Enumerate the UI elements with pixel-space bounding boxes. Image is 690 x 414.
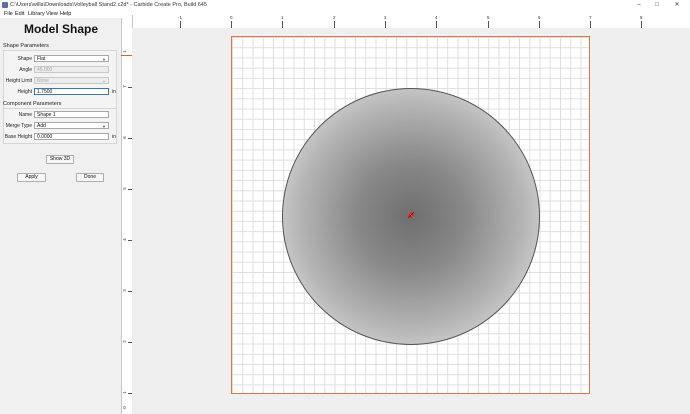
base-height-label: Base Height (4, 134, 32, 140)
panel-title: Model Shape (23, 22, 98, 36)
shape-select-value: Flat (37, 56, 46, 62)
app-icon (2, 2, 8, 8)
model-shape-panel: Model Shape Shape Parameters Shape Flat … (0, 18, 122, 414)
window-title: C:\Users\willa\Downloads\Volleyball Stan… (10, 2, 207, 8)
ruler-left-label: 1 (121, 50, 127, 53)
component-parameters-label: Component Parameters (3, 101, 62, 107)
height-limit-label: Height Limit (5, 78, 32, 84)
ruler-left-label: 0 (121, 406, 127, 409)
base-height-input[interactable]: 0.0000 (34, 133, 109, 140)
ruler-top-label: 1 (281, 15, 284, 20)
angle-label: Angle (19, 67, 32, 73)
ruler-top-label: 2 (333, 15, 336, 20)
origin-marker-icon[interactable] (407, 211, 415, 219)
ruler-top: -1 0 1 2 3 4 5 6 7 8 (122, 15, 690, 29)
ruler-top-label: 3 (384, 15, 387, 20)
name-label: Name (18, 112, 32, 118)
shape-label: Shape (17, 56, 32, 62)
height-limit-select[interactable]: None ▼ (34, 77, 109, 84)
ruler-top-label: 4 (435, 15, 438, 20)
shape-parameters-label: Shape Parameters (3, 43, 49, 49)
ruler-corner (122, 15, 133, 29)
height-unit: in (112, 89, 116, 95)
name-input[interactable]: Shape 1 (34, 111, 109, 118)
ruler-top-label: 0 (230, 15, 233, 20)
done-button[interactable]: Done (76, 173, 104, 182)
shape-select[interactable]: Flat ▼ (34, 55, 109, 62)
chevron-down-icon: ▼ (102, 79, 106, 84)
component-parameters-group: Name Shape 1 Merge Type Add ▼ Base Heigh… (3, 108, 117, 144)
menu-edit[interactable]: Edit (15, 10, 24, 18)
ruler-left-label: 1 (121, 391, 127, 394)
menu-help[interactable]: Help (60, 10, 71, 18)
ruler-top-label: 7 (589, 15, 592, 20)
ruler-left-label: 7 (121, 85, 127, 88)
ruler-top-label: 8 (640, 15, 643, 20)
close-button[interactable]: ✕ (670, 0, 684, 10)
apply-button[interactable]: Apply (17, 173, 46, 182)
title-bar: C:\Users\willa\Downloads\Volleyball Stan… (0, 0, 690, 10)
ruler-top-label: -1 (178, 15, 183, 20)
ruler-left-label: 2 (121, 340, 127, 343)
chevron-down-icon: ▼ (102, 124, 106, 129)
angle-field[interactable]: 45.000 (34, 66, 109, 73)
chevron-down-icon: ▼ (102, 57, 106, 62)
minimize-button[interactable]: – (632, 0, 646, 10)
height-input[interactable]: 1.7500 (34, 88, 109, 95)
ruler-left-label: 6 (121, 136, 127, 139)
ruler-top-label: 5 (487, 15, 490, 20)
ruler-left-label: 4 (121, 238, 127, 241)
menu-view[interactable]: View (46, 10, 58, 18)
merge-type-value: Add (37, 123, 46, 129)
base-height-unit: in (112, 134, 116, 140)
ruler-left-label: 5 (121, 187, 127, 190)
show-3d-button[interactable]: Show 3D (46, 155, 74, 164)
height-limit-value: None (37, 78, 49, 84)
maximize-button[interactable]: □ (650, 0, 664, 10)
menu-file[interactable]: File (4, 10, 13, 18)
ruler-left-label: 3 (121, 289, 127, 292)
ruler-top-label: 6 (538, 15, 541, 20)
menu-library[interactable]: Library (28, 10, 45, 18)
merge-type-select[interactable]: Add ▼ (34, 122, 109, 129)
merge-type-label: Merge Type (5, 123, 32, 129)
ruler-cursor-marker (121, 55, 132, 56)
height-label: Height (17, 89, 32, 95)
